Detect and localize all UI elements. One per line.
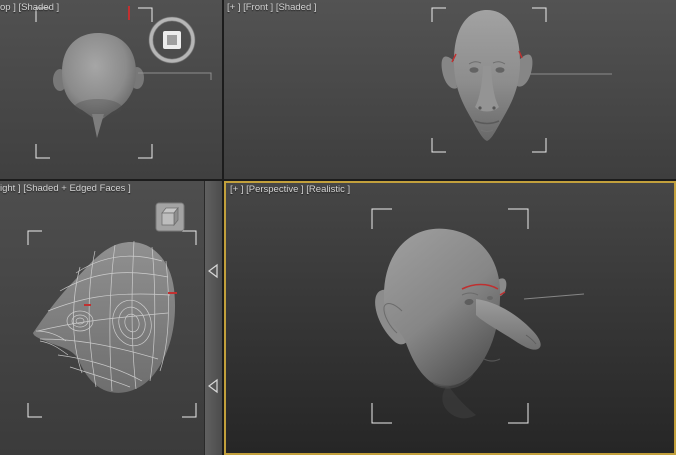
viewport-grid: op ] [Shaded ] [+] [Front] [Shaded] i… (0, 0, 676, 455)
viewport-layout-tab-strip[interactable] (204, 181, 222, 455)
head-perspective-view (375, 228, 541, 419)
viewport-perspective[interactable]: [+ ] [Perspective ] [Realistic ] (224, 181, 676, 455)
viewport-top-canvas (35, 6, 212, 159)
head-top-view (53, 33, 144, 138)
viewport-perspective-canvas (371, 208, 585, 424)
layout-tab-arrow-icon[interactable] (208, 378, 218, 394)
helper-line (523, 293, 585, 300)
tab-strip-canvas (208, 263, 218, 394)
viewport-front-label[interactable]: [+ ] [Front ] [Shaded ] (227, 2, 317, 13)
viewport-top-label[interactable]: op ] [Shaded ] (0, 2, 59, 13)
viewport-front[interactable]: [+ ] [Front ] [Shaded ] (224, 0, 676, 179)
cube-button[interactable] (155, 202, 185, 232)
viewport-front-canvas (431, 7, 612, 153)
viewport-right-label[interactable]: ight ] [Shaded + Edged Faces ] (0, 183, 131, 194)
rotation-ring-gizmo[interactable] (148, 16, 196, 64)
viewport-right-canvas (27, 202, 197, 418)
head-front-view (441, 10, 533, 141)
viewport-top[interactable]: op ] [Shaded ] (0, 0, 222, 179)
helper-line (138, 72, 212, 80)
viewport-right[interactable]: ight ] [Shaded + Edged Faces ] (0, 181, 204, 455)
layout-tab-arrow-icon[interactable] (208, 263, 218, 279)
viewport-perspective-label[interactable]: [+ ] [Perspective ] [Realistic ] (230, 184, 350, 195)
head-right-view (33, 240, 176, 393)
